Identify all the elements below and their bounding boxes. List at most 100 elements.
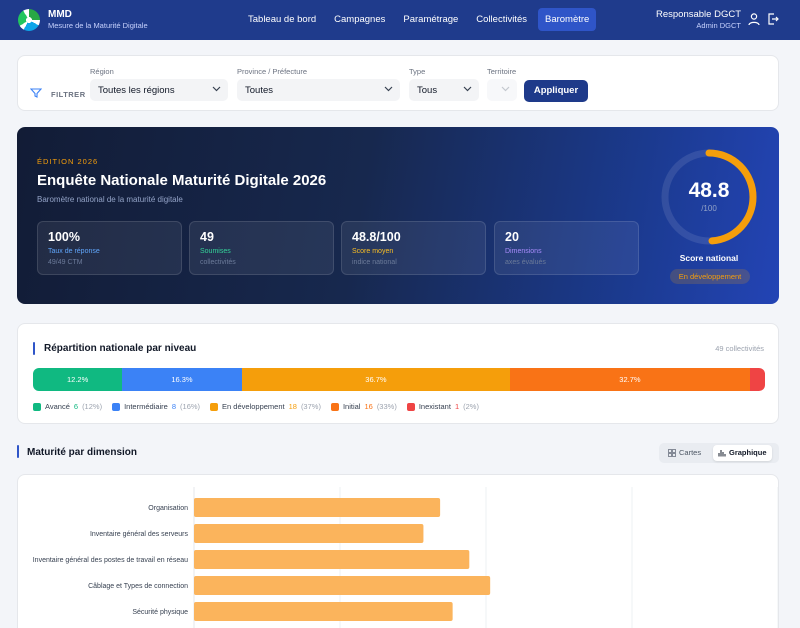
apply-button[interactable]: Appliquer xyxy=(524,80,588,102)
hero-title: Enquête Nationale Maturité Digitale 2026 xyxy=(37,172,327,189)
legend-percent: (16%) xyxy=(180,402,201,411)
legend-swatch xyxy=(33,402,41,411)
nav-collectivites[interactable]: Collectivités xyxy=(469,8,534,31)
filter-label: FILTRER xyxy=(51,90,86,99)
section-accent xyxy=(33,342,35,355)
section-accent xyxy=(17,445,19,458)
distribution-legend: Avancé 6 (12%) Intermédiaire 8 (16%) En dévelo… xyxy=(33,402,479,411)
legend-count: 1 xyxy=(454,402,460,411)
distribution-count: 49 collectivités xyxy=(715,344,764,353)
dimension-bar[interactable] xyxy=(194,602,453,621)
legend-count: 6 xyxy=(73,402,79,411)
dimension-bar[interactable] xyxy=(194,550,470,569)
filter-icon xyxy=(30,88,42,98)
stat-sub: indice national xyxy=(352,259,397,266)
stat-value: 48.8/100 xyxy=(352,230,401,244)
legend-percent: (37%) xyxy=(300,402,321,411)
view-cards-label: Cartes xyxy=(679,448,702,457)
distribution-card: Répartition nationale par niveau 49 coll… xyxy=(17,323,779,424)
stat-sub: axes évalués xyxy=(505,259,546,266)
user-icon[interactable] xyxy=(747,12,761,26)
legend-item: Initial 16 (33%) xyxy=(330,402,397,411)
legend-swatch xyxy=(406,402,415,411)
chevron-down-icon xyxy=(463,86,472,92)
stat-card-average-score: 48.8/100 Score moyen indice national xyxy=(341,221,486,275)
distribution-segment: 36.7% xyxy=(241,368,511,391)
nav-tableau-de-bord[interactable]: Tableau de bord xyxy=(241,8,323,31)
territoire-select[interactable] xyxy=(487,79,517,101)
legend-item: Avancé 6 (12%) xyxy=(33,402,102,411)
hero-subtitle: Baromètre national de la maturité digita… xyxy=(37,195,183,204)
national-score-max: /100 xyxy=(701,204,717,213)
maturity-level-badge: En développement xyxy=(670,269,750,284)
chevron-down-icon xyxy=(212,86,221,92)
dimension-bar[interactable] xyxy=(194,498,441,517)
region-value: Toutes les régions xyxy=(98,85,175,96)
legend-percent: (2%) xyxy=(463,402,479,411)
dimension-chart-card: Organisation Inventaire général des serve… xyxy=(17,474,779,628)
national-score-value: 48.8 xyxy=(688,179,730,202)
chevron-down-icon xyxy=(501,86,510,92)
legend-item: En développement 18 (37%) xyxy=(210,402,321,411)
legend-swatch xyxy=(210,402,219,411)
user-role: Admin DGCT xyxy=(696,21,741,30)
distribution-segment xyxy=(749,368,765,391)
view-toggle: Cartes Graphique xyxy=(659,443,779,463)
logout-icon[interactable] xyxy=(766,12,780,26)
nav-parametrage[interactable]: Paramétrage xyxy=(396,8,465,31)
legend-name: Initial xyxy=(342,402,361,411)
stat-sub: collectivités xyxy=(200,259,236,266)
stat-label: Score moyen xyxy=(352,248,394,255)
legend-name: Intermédiaire xyxy=(124,402,168,411)
legend-percent: (12%) xyxy=(82,402,103,411)
nav-campagnes[interactable]: Campagnes xyxy=(327,8,392,31)
legend-name: Avancé xyxy=(45,402,70,411)
view-chart-button[interactable]: Graphique xyxy=(713,445,772,461)
region-select[interactable]: Toutes les régions xyxy=(90,79,228,101)
dimensions-title: Maturité par dimension xyxy=(27,447,138,458)
legend-count: 8 xyxy=(171,402,177,411)
stat-label: Soumises xyxy=(200,248,231,255)
chevron-down-icon xyxy=(384,86,393,92)
dimension-label: Inventaire général des serveurs xyxy=(90,531,189,538)
national-score-label: Score national xyxy=(679,253,739,263)
stat-label: Dimensions xyxy=(505,248,542,255)
dimension-label: Sécurité physique xyxy=(132,609,188,616)
stat-card-submitted: 49 Soumises collectivités xyxy=(189,221,334,275)
app-logo-icon xyxy=(18,9,40,31)
dimension-bar[interactable] xyxy=(194,576,491,595)
type-select[interactable]: Tous xyxy=(409,79,479,101)
distribution-segment: 12.2% xyxy=(33,368,123,391)
top-navbar: MMD Mesure de la Maturité Digitale Table… xyxy=(0,0,800,40)
province-select[interactable]: Toutes xyxy=(237,79,400,101)
nav-barometre[interactable]: Baromètre xyxy=(537,8,597,31)
type-label: Type xyxy=(409,67,426,76)
dimension-bar-chart: Organisation Inventaire général des serve… xyxy=(33,487,778,628)
region-label: Région xyxy=(90,67,114,76)
stat-value: 100% xyxy=(48,230,80,244)
brand-subtitle: Mesure de la Maturité Digitale xyxy=(48,21,148,30)
legend-swatch xyxy=(330,402,339,411)
grid-icon xyxy=(668,449,676,457)
province-label: Province / Préfecture xyxy=(237,67,308,76)
stat-value: 20 xyxy=(505,230,519,244)
stat-sub: 49/49 CTM xyxy=(48,259,83,266)
bar-chart-icon xyxy=(718,450,726,457)
legend-swatch xyxy=(112,402,121,411)
edition-label: ÉDITION 2026 xyxy=(37,157,99,166)
type-value: Tous xyxy=(417,85,438,96)
stacked-distribution-bar: 12.2% 16.3% 36.7% 32.7% xyxy=(33,368,765,391)
stat-value: 49 xyxy=(200,230,214,244)
legend-count: 18 xyxy=(288,402,297,411)
dimension-bar[interactable] xyxy=(194,524,424,543)
legend-count: 16 xyxy=(364,402,373,411)
hero-banner: ÉDITION 2026 Enquête Nationale Maturité … xyxy=(17,127,779,304)
dimension-label: Inventaire général des postes de travail… xyxy=(33,557,188,564)
province-value: Toutes xyxy=(245,85,273,96)
dimension-label: Câblage et Types de connection xyxy=(88,583,188,590)
filter-card: FILTRER Région Toutes les régions Provin… xyxy=(17,55,779,111)
distribution-segment: 16.3% xyxy=(122,368,242,391)
territoire-label: Territoire xyxy=(487,67,517,76)
stat-card-response-rate: 100% Taux de réponse 49/49 CTM xyxy=(37,221,182,275)
view-cards-button[interactable]: Cartes xyxy=(663,445,706,461)
